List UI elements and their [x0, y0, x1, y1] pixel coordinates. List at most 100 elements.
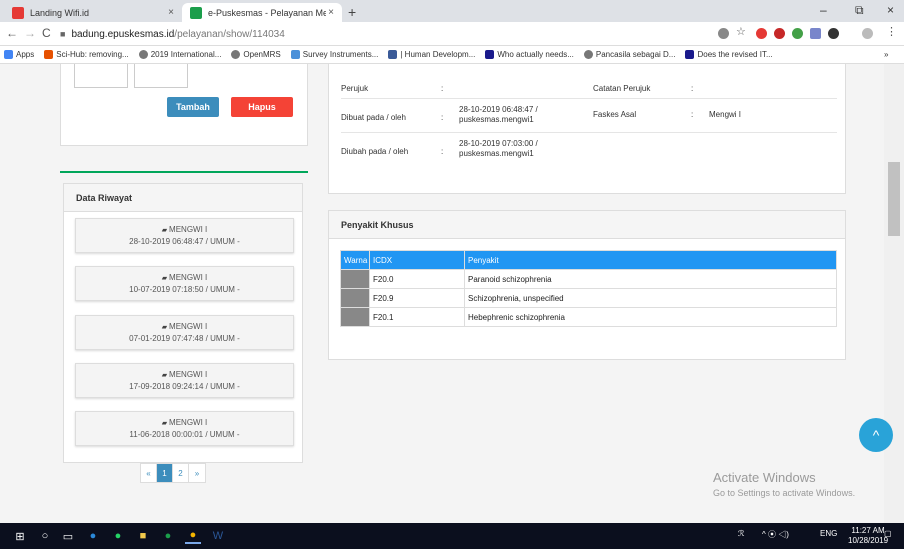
people-icon[interactable]: ℛ — [738, 529, 744, 538]
minimize-button[interactable]: – — [820, 3, 827, 17]
reload-button[interactable]: C — [42, 26, 51, 40]
new-tab-button[interactable]: + — [348, 4, 356, 20]
chrome-icon[interactable]: ● — [185, 528, 201, 544]
profile-avatar[interactable] — [862, 28, 873, 39]
globe-icon — [231, 50, 241, 59]
system-tray-icons[interactable]: ^ ⦿ ◁) — [762, 529, 789, 540]
delete-button[interactable]: Hapus — [231, 97, 293, 117]
bookmark-apps[interactable]: Apps — [4, 50, 34, 59]
disease-cell: Schizophrenia, unspecified — [464, 288, 837, 308]
close-window-button[interactable]: × — [887, 3, 894, 17]
bookmarks-more[interactable]: » — [884, 50, 888, 59]
history-item[interactable]: MENGWI I 07-01-2019 07:47:48 / UMUM - — [75, 315, 294, 350]
tab-title: e-Puskesmas - Pelayanan Medis — [208, 7, 326, 18]
tab-title: Landing Wifi.id — [30, 7, 90, 18]
search-icon[interactable]: ○ — [37, 528, 53, 544]
tab-epuskesmas[interactable]: e-Puskesmas - Pelayanan Medis × — [182, 3, 342, 22]
clock[interactable]: 11:27 AM 10/28/2019 — [848, 526, 888, 546]
add-button[interactable]: Tambah — [167, 97, 219, 117]
bookmark-label: Survey Instruments... — [302, 50, 379, 59]
info-separator: : — [691, 84, 694, 93]
bookmark-human-development[interactable]: | Human Developm... — [388, 50, 475, 59]
info-label: Faskes Asal — [593, 110, 637, 119]
address-bar[interactable]: ■ badung.epuskesmas.id/pelayanan/show/11… — [60, 25, 800, 43]
section-divider — [60, 171, 308, 173]
info-label: Diubah pada / oleh — [341, 147, 409, 156]
history-item-title: MENGWI I — [76, 369, 293, 381]
icdx-cell: F20.9 — [369, 288, 465, 308]
bookmark-pancasila[interactable]: Pancasila sebagai D... — [583, 50, 675, 59]
un-icon — [388, 50, 398, 59]
extension-icon[interactable] — [792, 28, 803, 39]
color-swatch — [340, 288, 370, 308]
action-panel: Tambah Hapus — [60, 64, 308, 146]
bookmark-survey[interactable]: Survey Instruments... — [290, 50, 379, 59]
info-value: Mengwi I — [709, 110, 742, 119]
history-item-detail: 10-07-2019 07:18:50 / UMUM - — [129, 285, 240, 294]
pagination-page-2[interactable]: 2 — [173, 464, 189, 482]
url-path: /pelayanan/show/114034 — [174, 28, 285, 40]
extension-icon[interactable] — [810, 28, 821, 39]
bookmark-who-needs[interactable]: Who actually needs... — [485, 50, 574, 59]
info-label: Catatan Perujuk — [593, 84, 651, 93]
bookmark-star-icon[interactable]: ☆ — [736, 25, 747, 38]
form-input[interactable] — [74, 64, 128, 88]
scrollbar-track[interactable] — [884, 64, 904, 523]
history-item-title: MENGWI I — [76, 321, 293, 333]
history-item-detail: 17-09-2018 09:24:14 / UMUM - — [129, 382, 240, 391]
history-item[interactable]: MENGWI I 28-10-2019 06:48:47 / UMUM - — [75, 218, 294, 253]
windows-start-icon[interactable]: ⊞ — [12, 528, 28, 544]
info-separator: : — [441, 147, 444, 156]
extension-icon[interactable] — [828, 28, 839, 39]
table-row: F20.0 Paranoid schizophrenia — [340, 269, 837, 289]
forward-button[interactable]: → — [24, 26, 36, 40]
menu-icon[interactable]: ⋮ — [886, 25, 897, 38]
special-disease-panel: Penyakit Khusus Warna ICDX Penyakit F20.… — [328, 210, 846, 360]
history-item-detail: 07-01-2019 07:47:48 / UMUM - — [129, 334, 240, 343]
adblock-extension-icon[interactable] — [774, 28, 785, 39]
history-item-detail: 11-06-2018 00:00:01 / UMUM - — [129, 430, 240, 439]
notification-icon[interactable]: ▢ — [884, 529, 892, 538]
translate-icon[interactable] — [718, 28, 729, 39]
pagination-next[interactable]: » — [189, 464, 205, 482]
bookmark-label: 2019 International... — [150, 50, 222, 59]
lock-icon: ■ — [60, 29, 66, 39]
icdx-cell: F20.0 — [369, 269, 465, 289]
restore-button[interactable]: ⧉ — [855, 3, 864, 18]
app-icon[interactable]: ● — [160, 528, 176, 544]
file-explorer-icon[interactable]: ■ — [135, 528, 151, 544]
word-icon[interactable]: W — [210, 528, 226, 544]
browser-toolbar: ← → C ■ badung.epuskesmas.id/pelayanan/s… — [0, 22, 904, 46]
language-indicator[interactable]: ENG — [820, 529, 837, 538]
history-item[interactable]: MENGWI I 17-09-2018 09:24:14 / UMUM - — [75, 363, 294, 398]
jp-icon — [485, 50, 495, 59]
pagination-page-1[interactable]: 1 — [157, 464, 173, 482]
back-button[interactable]: ← — [6, 26, 18, 40]
bookmark-label: Sci-Hub: removing... — [56, 50, 129, 59]
bookmark-international[interactable]: 2019 International... — [138, 50, 222, 59]
task-view-icon[interactable]: ▭ — [60, 528, 76, 544]
bookmarks-bar: Apps Sci-Hub: removing... 2019 Internati… — [0, 46, 904, 64]
info-label: Dibuat pada / oleh — [341, 113, 406, 122]
bookmark-scihub[interactable]: Sci-Hub: removing... — [44, 50, 129, 59]
pagination-prev[interactable]: « — [141, 464, 157, 482]
form-input[interactable] — [134, 64, 188, 88]
tab-close-icon[interactable]: × — [168, 7, 174, 18]
history-item[interactable]: MENGWI I 10-07-2019 07:18:50 / UMUM - — [75, 266, 294, 301]
survey-icon — [290, 50, 300, 59]
opera-extension-icon[interactable] — [756, 28, 767, 39]
tab-landing-wifi[interactable]: Landing Wifi.id × — [4, 3, 182, 22]
scrollbar-thumb[interactable] — [888, 162, 900, 236]
store-icon[interactable]: ● — [85, 528, 101, 544]
scroll-to-top-button[interactable]: ^ — [859, 418, 893, 452]
info-row: Dibuat pada / oleh : 28-10-2019 06:48:47… — [341, 102, 837, 133]
bookmark-revised-it[interactable]: Does the revised IT... — [685, 50, 773, 59]
disease-cell: Paranoid schizophrenia — [464, 269, 837, 289]
history-item[interactable]: MENGWI I 11-06-2018 00:00:01 / UMUM - — [75, 411, 294, 446]
tab-close-icon[interactable]: × — [328, 7, 334, 18]
whatsapp-icon[interactable]: ● — [110, 528, 126, 544]
jp-icon — [685, 50, 695, 59]
column-header-icdx: ICDX — [369, 250, 465, 270]
bookmark-openmrs[interactable]: OpenMRS — [231, 50, 281, 59]
table-row: F20.9 Schizophrenia, unspecified — [340, 288, 837, 308]
